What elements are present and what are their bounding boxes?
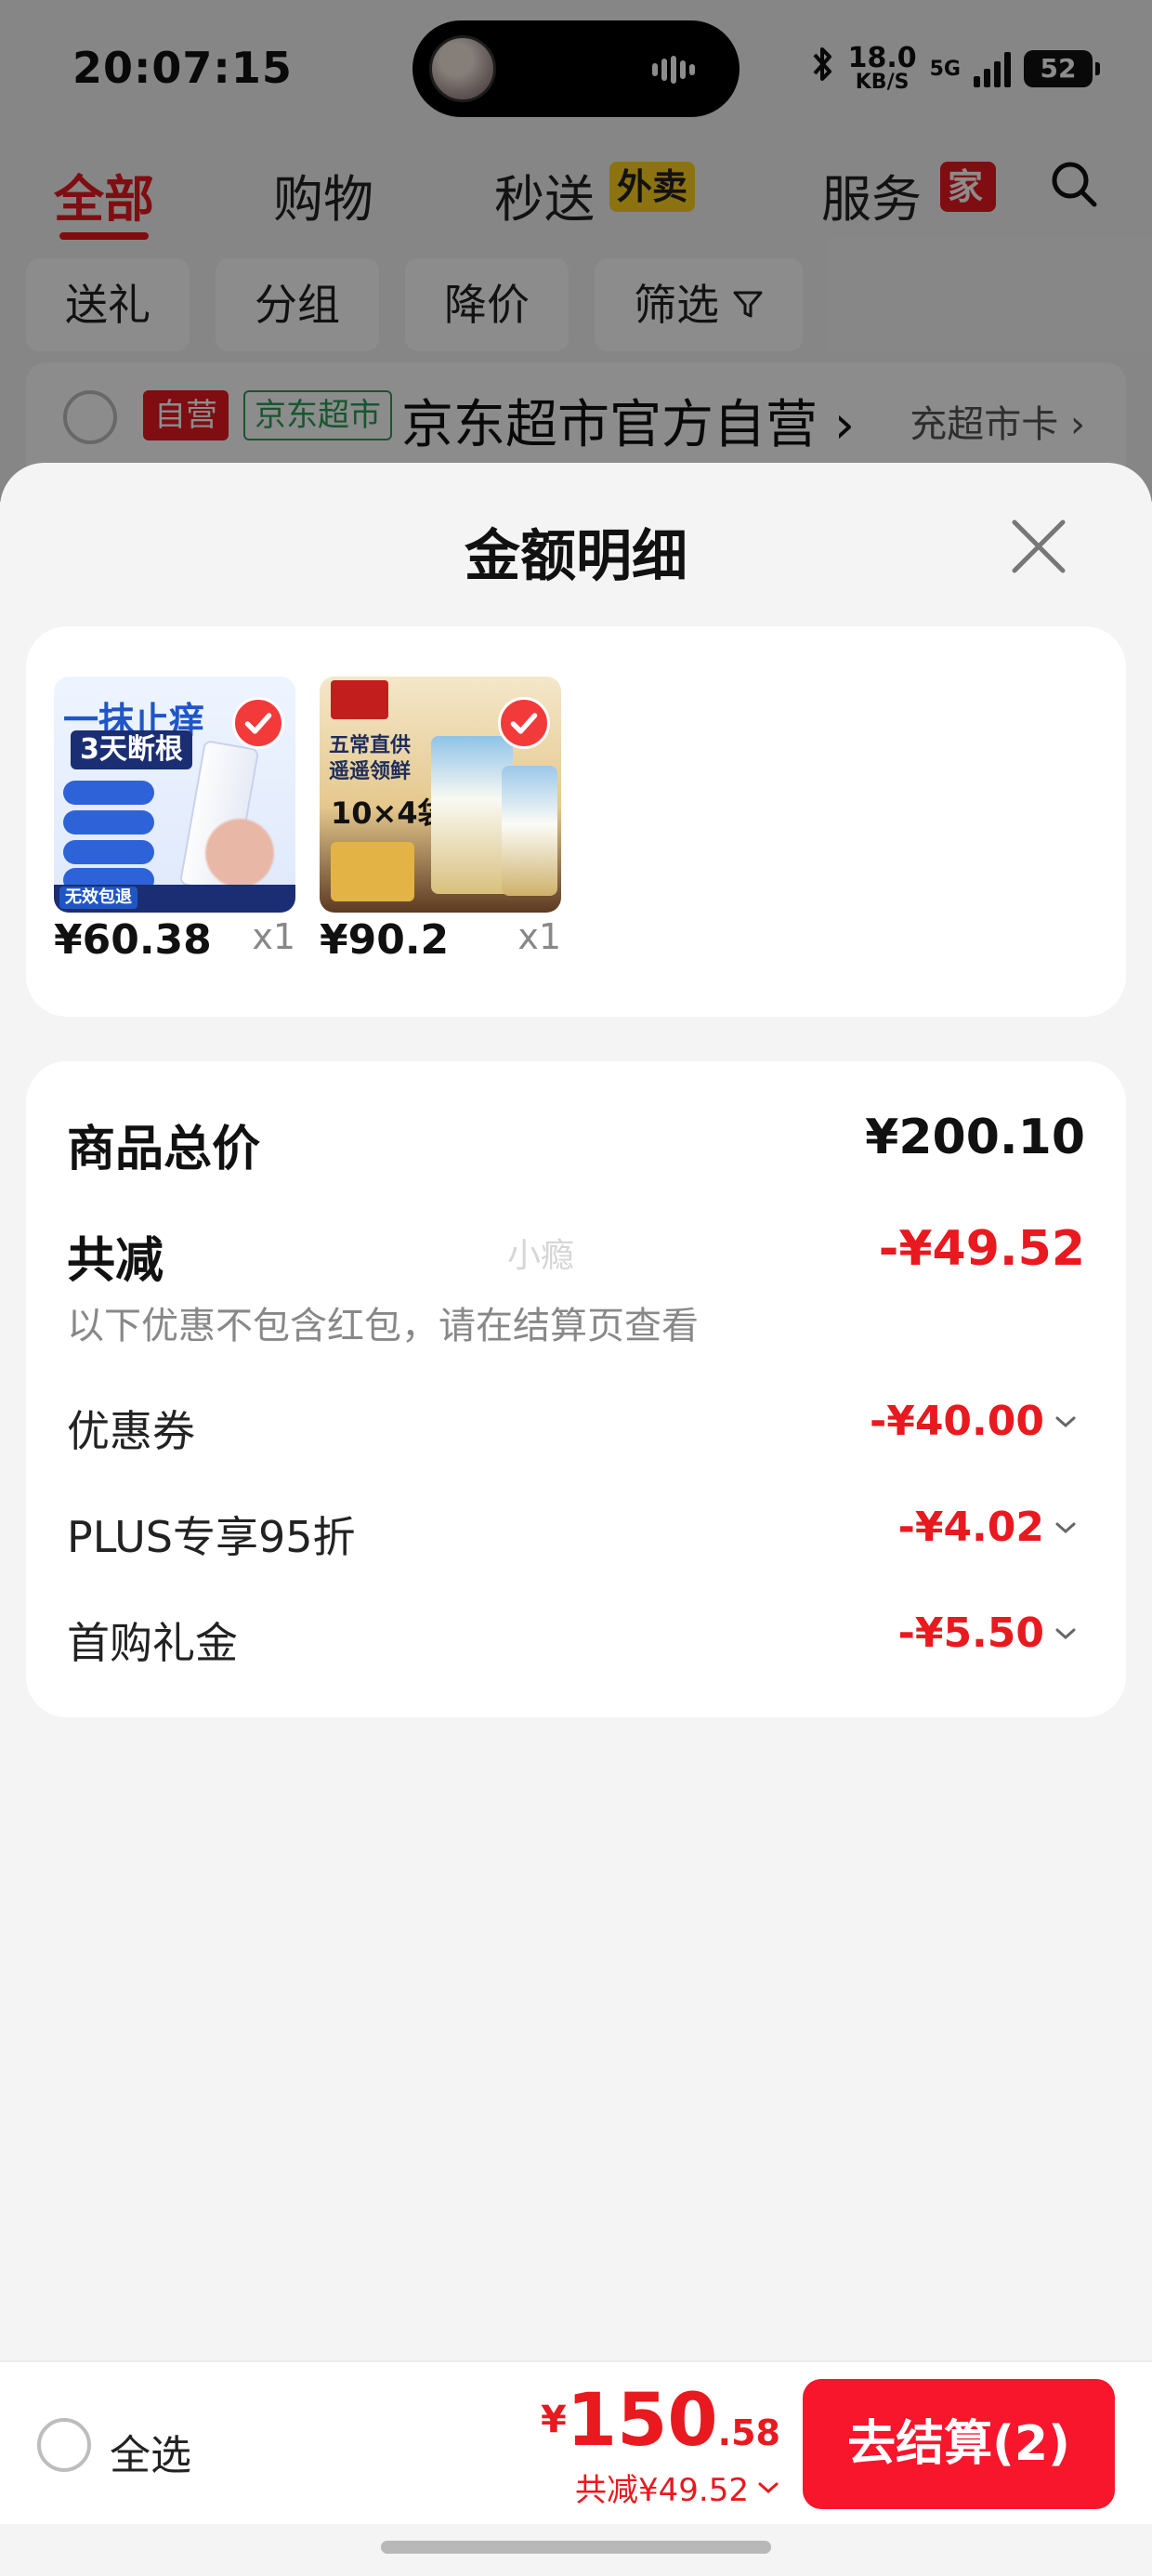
total-price-label: 商品总价: [67, 1122, 261, 1177]
product-image-ointment: 一抹止痒 3天断根 无效包退: [54, 677, 295, 913]
chevron-down-icon: [1055, 1628, 1076, 1639]
plus-discount-label: PLUS专享95折: [67, 1512, 356, 1562]
price-decimal: .58: [717, 2412, 780, 2453]
modal-overlay[interactable]: [0, 0, 1152, 502]
select-all-radio[interactable]: [37, 2418, 91, 2472]
product-image-text: 无效包退: [59, 887, 137, 909]
total-discount-value: -¥49.52: [878, 1221, 1085, 1277]
product-qty: x1: [252, 916, 295, 957]
coupon-label: 优惠券: [67, 1406, 195, 1456]
select-all-label[interactable]: 全选: [110, 2422, 191, 2481]
product-image-text: 遥遥领鲜: [329, 760, 412, 783]
cart-page: 20:07:15 18.0 KB/S 5G 52 全部 购物 秒送 外卖 服务 …: [0, 0, 1152, 2576]
chevron-down-icon: [1055, 1522, 1076, 1533]
product-image-text: 10×4袋: [331, 795, 448, 831]
home-indicator[interactable]: [381, 2541, 771, 2554]
checked-icon[interactable]: [232, 697, 284, 749]
product-qty: x1: [517, 916, 561, 957]
first-purchase-toggle[interactable]: -¥5.50: [898, 1610, 1078, 1657]
checkout-bar: 全选 ¥150.58 共减¥49.52 去结算(2): [0, 2360, 1152, 2524]
price-integer: 150: [566, 2379, 718, 2463]
total-price-block: ¥150.58 共减¥49.52: [541, 2379, 780, 2510]
close-icon[interactable]: [1005, 513, 1072, 580]
watermark: 小瘾: [507, 1237, 575, 1275]
plus-discount-toggle[interactable]: -¥4.02: [898, 1504, 1078, 1551]
products-card: 一抹止痒 3天断根 无效包退 ¥60.38 x1 五常直供 遥遥领鲜 10×4袋…: [26, 626, 1126, 1017]
total-discount-label: 共减: [67, 1233, 164, 1289]
coupon-detail-toggle[interactable]: -¥40.00: [870, 1398, 1078, 1445]
product-item[interactable]: 五常直供 遥遥领鲜 10×4袋 ¥90.2 x1: [320, 677, 561, 964]
product-price: ¥60.38: [54, 916, 212, 964]
product-image-rice: 五常直供 遥遥领鲜 10×4袋: [320, 677, 561, 913]
discount-note: 以下优惠不包含红包，请在结算页查看: [67, 1305, 699, 1347]
payable-price: ¥150.58: [541, 2379, 780, 2463]
checked-icon[interactable]: [498, 697, 550, 749]
chevron-down-icon: [1055, 1416, 1076, 1427]
currency-symbol: ¥: [541, 2399, 567, 2441]
plus-discount-value: -¥4.02: [897, 1504, 1044, 1551]
first-purchase-label: 首购礼金: [67, 1618, 238, 1668]
discount-summary-text: 共减¥49.52: [575, 2472, 749, 2509]
amount-detail-sheet: 金额明细 一抹止痒 3天断根 无效包退 ¥60.38 x1 五常直供 遥遥领鲜 …: [0, 463, 1152, 2362]
coupon-value: -¥40.00: [869, 1398, 1044, 1445]
discount-summary-toggle[interactable]: 共减¥49.52: [541, 2464, 780, 2510]
total-price-value: ¥200.10: [865, 1110, 1085, 1165]
product-image-text: 3天断根: [71, 730, 192, 769]
first-purchase-value: -¥5.50: [897, 1610, 1044, 1657]
sheet-title: 金额明细: [465, 524, 687, 589]
checkout-button[interactable]: 去结算(2): [803, 2379, 1115, 2509]
chevron-down-icon: [758, 2482, 779, 2493]
price-summary-card: 商品总价 ¥200.10 共减 小瘾 -¥49.52 以下优惠不包含红包，请在结…: [26, 1061, 1126, 1717]
product-item[interactable]: 一抹止痒 3天断根 无效包退 ¥60.38 x1: [54, 677, 295, 964]
product-price: ¥90.2: [320, 916, 450, 964]
